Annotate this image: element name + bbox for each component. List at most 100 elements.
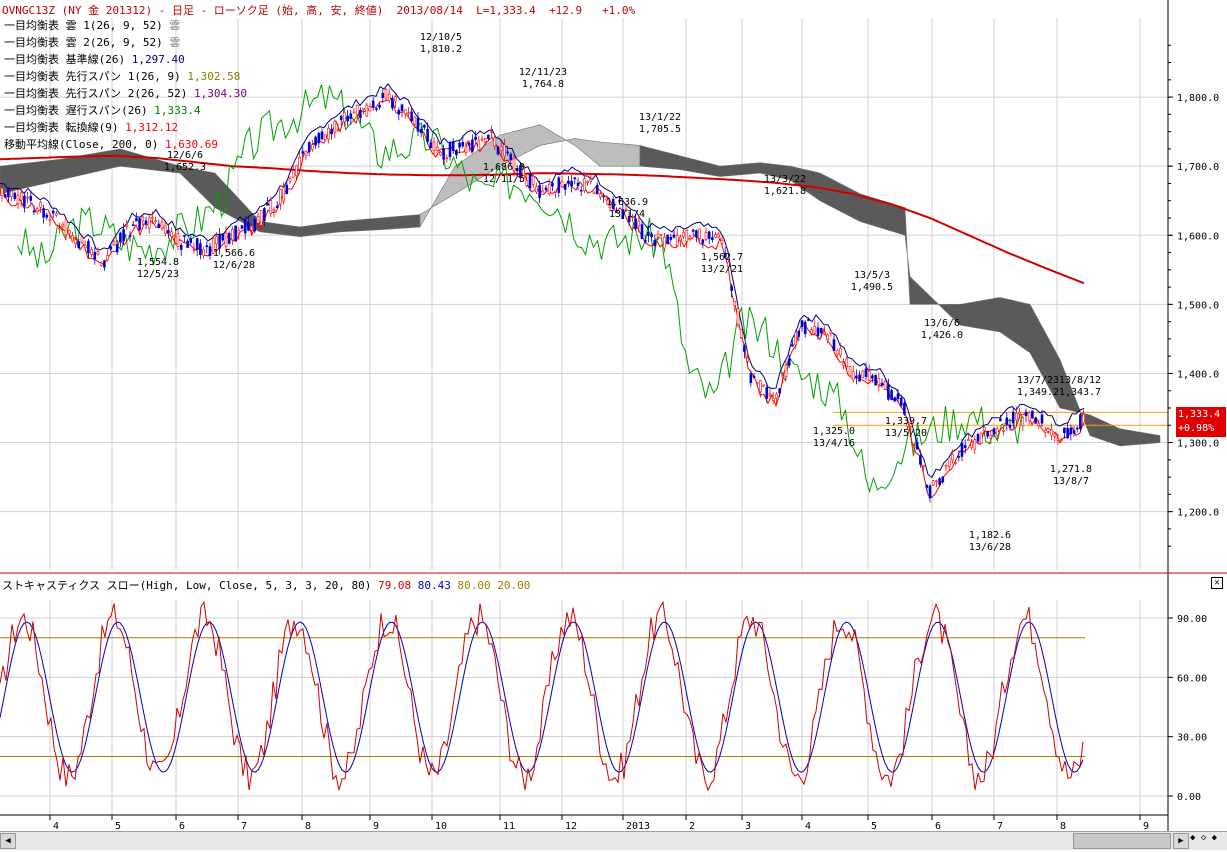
zoom-controls[interactable]: ◆ ◇ ◆ bbox=[1190, 833, 1217, 843]
candle-body bbox=[669, 236, 673, 240]
candle-body bbox=[298, 157, 301, 170]
candle-body bbox=[781, 375, 785, 378]
candle-body bbox=[573, 177, 577, 180]
candle-body bbox=[461, 142, 465, 147]
candle-body bbox=[823, 331, 826, 335]
candle-body bbox=[749, 373, 753, 384]
candle-body bbox=[810, 329, 813, 334]
candle-body bbox=[301, 151, 305, 154]
candle-body bbox=[874, 374, 877, 386]
candle-body bbox=[128, 235, 132, 237]
candle-body bbox=[141, 216, 145, 222]
candle-body bbox=[887, 384, 890, 400]
candle-body bbox=[176, 233, 180, 247]
candle-body bbox=[410, 111, 413, 122]
candle-body bbox=[368, 106, 372, 112]
candle-body bbox=[464, 146, 468, 153]
scroll-thumb[interactable] bbox=[1073, 833, 1171, 849]
candle-body bbox=[659, 233, 663, 236]
candle-body bbox=[237, 229, 241, 234]
candle-body bbox=[355, 105, 359, 116]
candle-body bbox=[535, 186, 538, 193]
annotation-label: 12/10/5 bbox=[420, 32, 462, 43]
legend-item: 一目均衡表 遅行スパン(26) 1,333.4 bbox=[4, 103, 201, 119]
candle-body bbox=[554, 190, 557, 193]
candle-body bbox=[813, 325, 817, 334]
candle-body bbox=[67, 229, 71, 235]
candle-body bbox=[58, 227, 61, 230]
candle-body bbox=[359, 110, 362, 119]
candle-body bbox=[682, 231, 685, 238]
candle-body bbox=[768, 393, 772, 396]
candle-body bbox=[509, 153, 513, 160]
candle-body bbox=[663, 236, 666, 249]
candle-body bbox=[112, 241, 116, 246]
candle-body bbox=[733, 301, 737, 307]
legend-item: 移動平均線(Close, 200, 0) 1,630.69 bbox=[4, 137, 218, 153]
candle-body bbox=[170, 231, 173, 237]
candle-body bbox=[1050, 429, 1053, 436]
candle-body bbox=[1011, 411, 1015, 424]
candle-body bbox=[919, 455, 922, 465]
candle-body bbox=[538, 185, 541, 198]
candle-body bbox=[688, 236, 692, 239]
candle-body bbox=[51, 210, 55, 214]
candle-body bbox=[311, 144, 314, 150]
scroll-left-button[interactable]: ◀ bbox=[0, 833, 16, 849]
candle-body bbox=[739, 329, 743, 338]
candle-body bbox=[71, 235, 74, 242]
candle-body bbox=[999, 418, 1002, 421]
candle-body bbox=[602, 195, 605, 198]
candle-body bbox=[848, 366, 852, 377]
annotation-label: 1,810.2 bbox=[420, 44, 462, 55]
candle-body bbox=[947, 457, 951, 467]
candle-body bbox=[893, 397, 897, 402]
candle-body bbox=[666, 234, 669, 245]
candle-body bbox=[42, 208, 45, 218]
annotation-label: 13/8/7 bbox=[1053, 476, 1089, 487]
scroll-right-button[interactable]: ▶ bbox=[1173, 833, 1189, 849]
legend-item: 一目均衡表 先行スパン 2(26, 52) 1,304.30 bbox=[4, 86, 247, 102]
candle-body bbox=[423, 124, 426, 128]
candle-body bbox=[807, 319, 810, 321]
candle-body bbox=[717, 233, 721, 238]
price-chart[interactable]: 12/10/51,810.212/11/231,764.813/1/221,70… bbox=[0, 0, 1227, 849]
candle-body bbox=[871, 375, 874, 379]
candle-body bbox=[195, 238, 199, 250]
candle-body bbox=[391, 98, 394, 109]
candle-body bbox=[1079, 414, 1082, 430]
candle-body bbox=[455, 150, 458, 156]
candle-body bbox=[83, 245, 87, 249]
candle-body bbox=[346, 115, 349, 122]
candle-body bbox=[122, 229, 125, 242]
candle-body bbox=[720, 240, 724, 244]
legend-value: 1,302.58 bbox=[187, 70, 241, 83]
candle-body bbox=[138, 218, 141, 230]
candle-body bbox=[240, 225, 244, 229]
candle-body bbox=[963, 445, 967, 449]
candle-body bbox=[448, 142, 452, 158]
candle-body bbox=[19, 192, 23, 201]
candle-body bbox=[16, 195, 20, 204]
candle-body bbox=[74, 239, 77, 244]
annotation-label: 1,566.6 bbox=[213, 248, 255, 259]
candle-body bbox=[643, 239, 647, 242]
candle-body bbox=[579, 189, 583, 192]
candle-body bbox=[173, 235, 177, 238]
stoch-y-tick-label: 60.00 bbox=[1177, 673, 1207, 684]
candle-body bbox=[650, 233, 653, 238]
candle-body bbox=[736, 308, 740, 326]
legend-value: 雲 bbox=[169, 36, 181, 49]
candle-body bbox=[416, 117, 420, 132]
close-panel-button[interactable]: ✕ bbox=[1211, 577, 1223, 589]
candle-body bbox=[819, 328, 823, 334]
candle-body bbox=[925, 485, 929, 488]
candle-body bbox=[707, 231, 711, 239]
horizontal-scrollbar[interactable] bbox=[0, 831, 1227, 850]
legend-value: 1,297.40 bbox=[131, 53, 185, 66]
candle-body bbox=[1015, 412, 1018, 421]
candle-body bbox=[32, 210, 36, 213]
candle-body bbox=[147, 217, 151, 229]
candle-body bbox=[471, 139, 474, 152]
candle-body bbox=[583, 178, 586, 191]
